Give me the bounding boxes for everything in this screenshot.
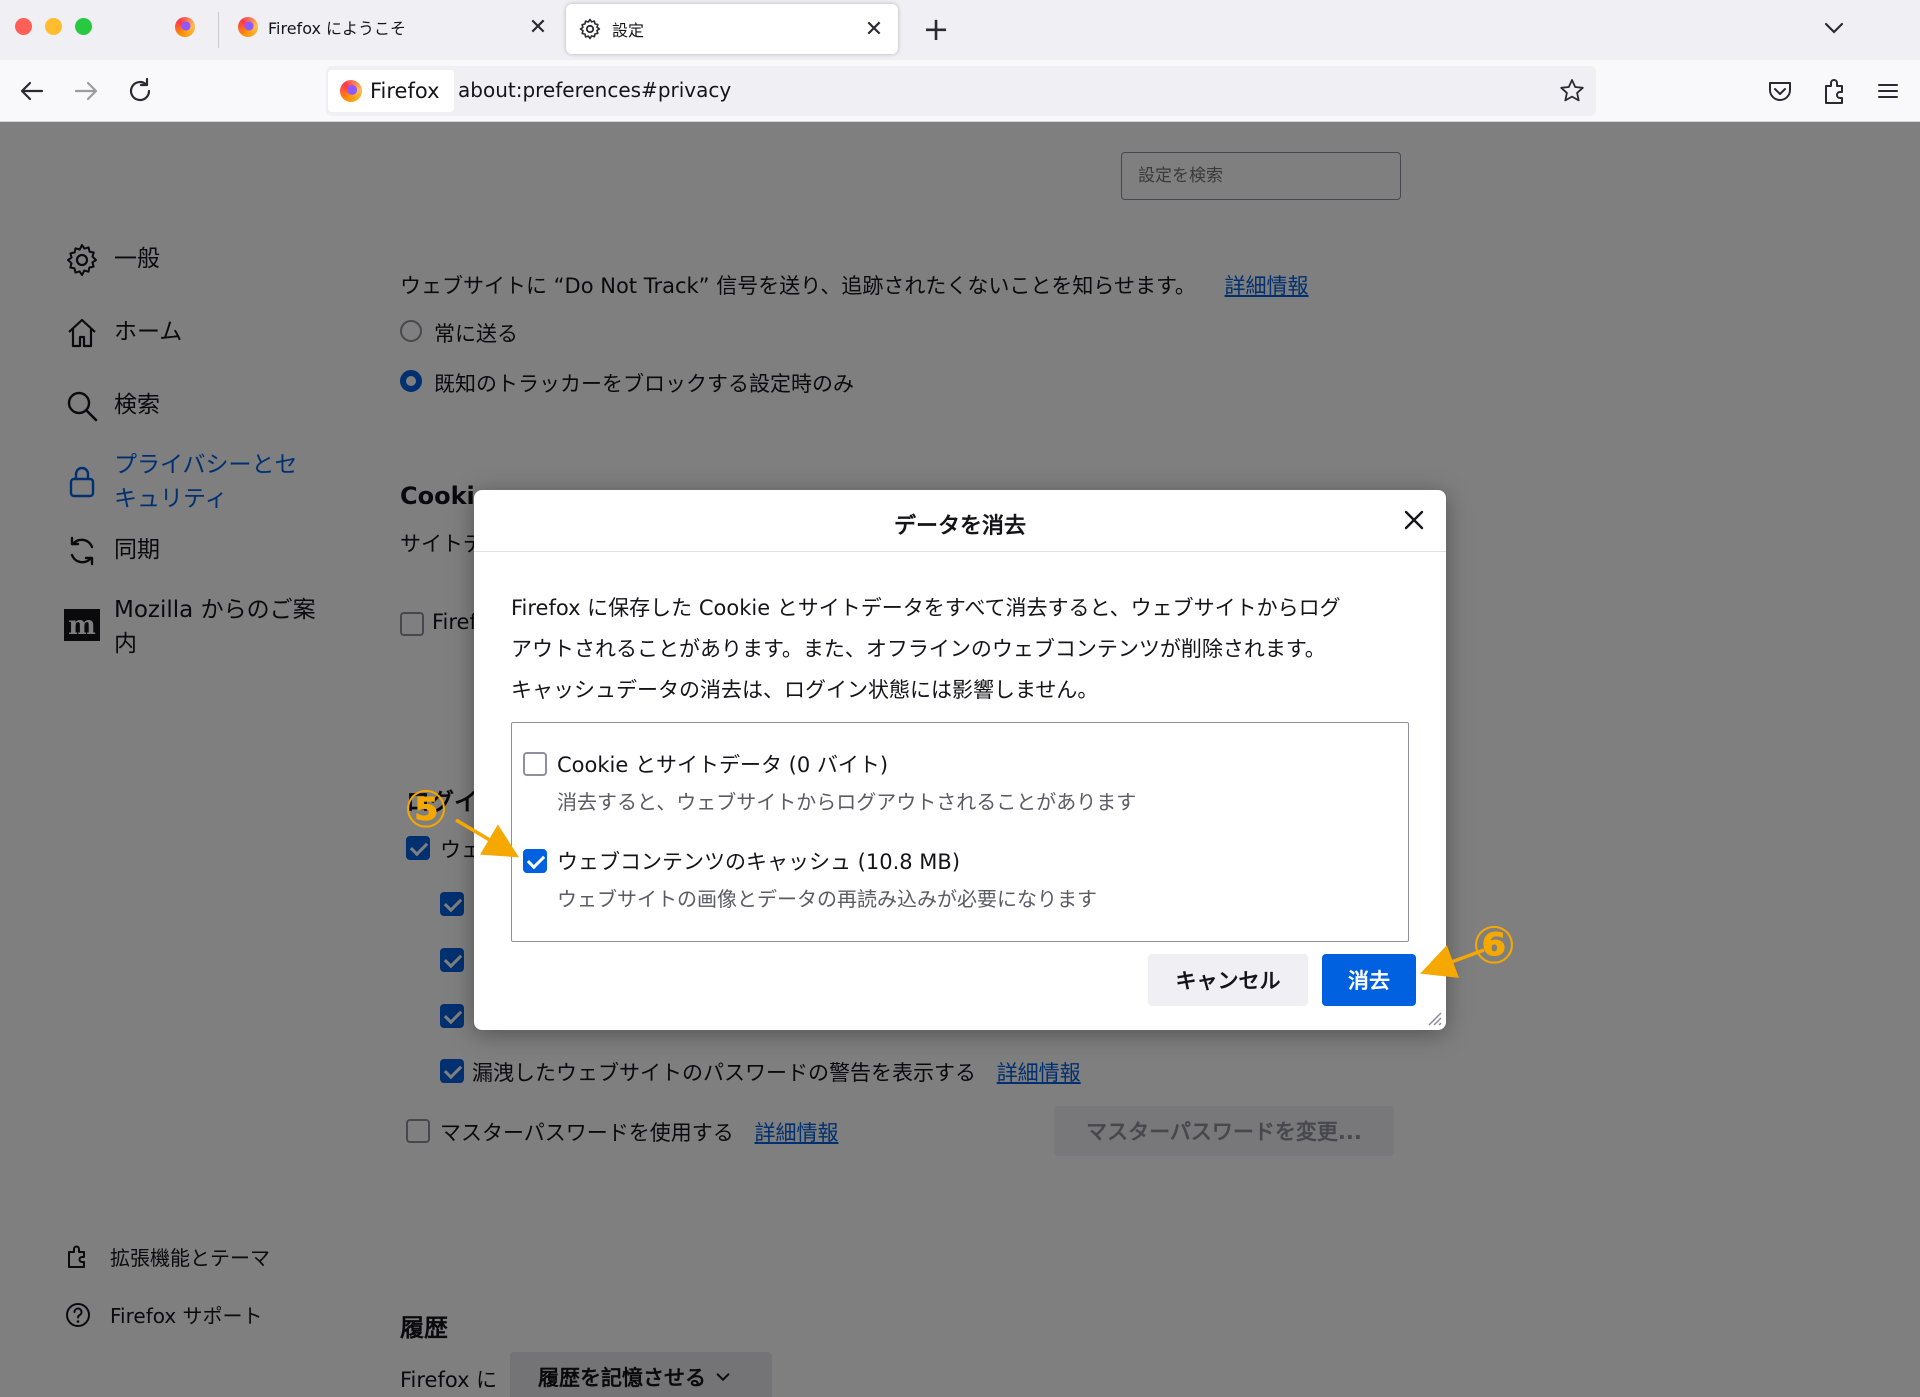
resize-grip-icon[interactable] [1424,1008,1442,1026]
back-arrow-icon[interactable] [16,75,48,107]
tab-separator [218,12,219,48]
window-zoom-button[interactable] [75,18,92,35]
cookies-option-description: 消去すると、ウェブサイトからログアウトされることがあります [557,790,1137,814]
firefox-logo-icon [238,17,258,37]
step-6-annotation: ⑥ [1472,916,1517,976]
identity-box[interactable]: Firefox [328,70,454,112]
dialog-title: データを消去 [893,514,1026,539]
dialog-description-line: Firefox に保存した Cookie とサイトデータをすべて消去すると、ウェ… [511,596,1341,620]
tab-bar: Firefox にようこそ ✕ 設定 ✕ + [0,0,1920,60]
step-5-annotation: ⑤ [404,780,449,840]
cancel-button[interactable]: キャンセル [1148,954,1308,1006]
forward-arrow-icon[interactable] [70,75,102,107]
clear-data-dialog: データを消去 Firefox に保存した Cookie とサイトデータをすべて消… [474,490,1446,1030]
reload-icon[interactable] [124,75,156,107]
nav-bar: Firefox about:preferences#privacy [0,60,1920,122]
bookmark-star-icon[interactable] [1558,77,1586,105]
clear-button[interactable]: 消去 [1322,954,1416,1006]
firefox-logo-icon [175,17,195,37]
dialog-description-line: アウトされることがあります。また、オフラインのウェブコンテンツが削除されます。 [511,637,1326,661]
cache-checkbox[interactable] [523,849,547,873]
window-close-button[interactable] [15,18,32,35]
gear-icon [579,18,601,40]
window-minimize-button[interactable] [45,18,62,35]
url-text[interactable]: about:preferences#privacy [458,78,731,102]
dialog-divider [474,551,1446,552]
close-icon[interactable] [1398,504,1430,536]
new-tab-button[interactable]: + [918,10,954,48]
tab-pinned-firefox[interactable] [164,0,216,54]
cookies-checkbox[interactable] [523,752,547,776]
pocket-icon[interactable] [1764,75,1796,107]
chevron-down-icon[interactable] [1818,14,1850,42]
cache-option-description: ウェブサイトの画像とデータの再読み込みが必要になります [557,887,1097,911]
dialog-description: Firefox に保存した Cookie とサイトデータをすべて消去すると、ウェ… [511,588,1411,711]
tab-label: 設定 [612,21,645,40]
cache-option-label: ウェブコンテンツのキャッシュ (10.8 MB) [557,850,961,874]
url-bar[interactable]: Firefox about:preferences#privacy [326,66,1596,116]
tab-close-icon[interactable]: ✕ [864,17,884,42]
firefox-logo-icon [340,80,362,102]
tab-close-icon[interactable]: ✕ [528,15,548,40]
tab-settings[interactable]: 設定 ✕ [566,4,898,54]
hamburger-menu-icon[interactable] [1872,75,1904,107]
clear-options-list: Cookie とサイトデータ (0 バイト) 消去すると、ウェブサイトからログア… [511,722,1409,942]
identity-label: Firefox [370,79,440,103]
cookies-option-label: Cookie とサイトデータ (0 バイト) [557,753,889,777]
tab-welcome[interactable]: Firefox にようこそ ✕ [238,0,556,54]
dialog-description-line: キャッシュデータの消去は、ログイン状態には影響しません。 [511,678,1099,702]
puzzle-icon[interactable] [1818,75,1850,107]
tab-label: Firefox にようこそ [268,19,407,38]
